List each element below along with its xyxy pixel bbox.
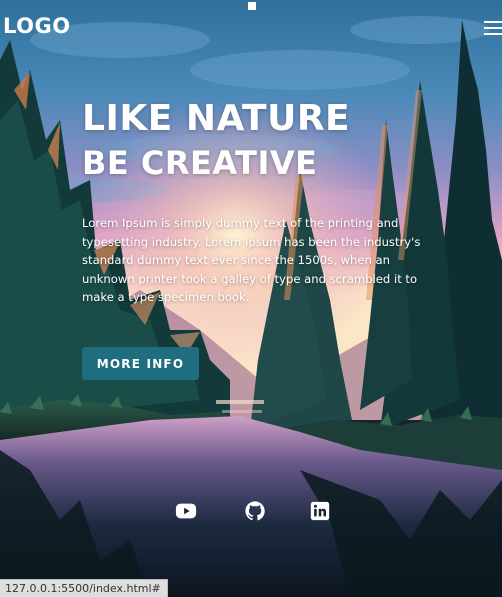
hero-title-line2: BE CREATIVE bbox=[82, 144, 318, 182]
hero-description: Lorem Ipsum is simply dummy text of the … bbox=[82, 216, 421, 304]
github-icon[interactable] bbox=[244, 500, 266, 522]
more-info-button[interactable]: MORE INFO bbox=[82, 347, 199, 380]
hamburger-menu-icon[interactable] bbox=[484, 21, 502, 37]
browser-status-url: 127.0.0.1:5500/index.html# bbox=[0, 579, 168, 597]
top-indicator bbox=[248, 2, 256, 10]
linkedin-icon[interactable] bbox=[310, 501, 330, 521]
youtube-icon[interactable] bbox=[174, 500, 198, 522]
hero-heading: LIKE NATURE BE CREATIVE bbox=[82, 96, 442, 184]
page: LOGO LIKE NATURE BE CREATIVE Lorem Ipsum… bbox=[0, 0, 502, 597]
logo[interactable]: LOGO bbox=[3, 14, 71, 38]
hero-title-line1: LIKE NATURE bbox=[82, 98, 351, 139]
